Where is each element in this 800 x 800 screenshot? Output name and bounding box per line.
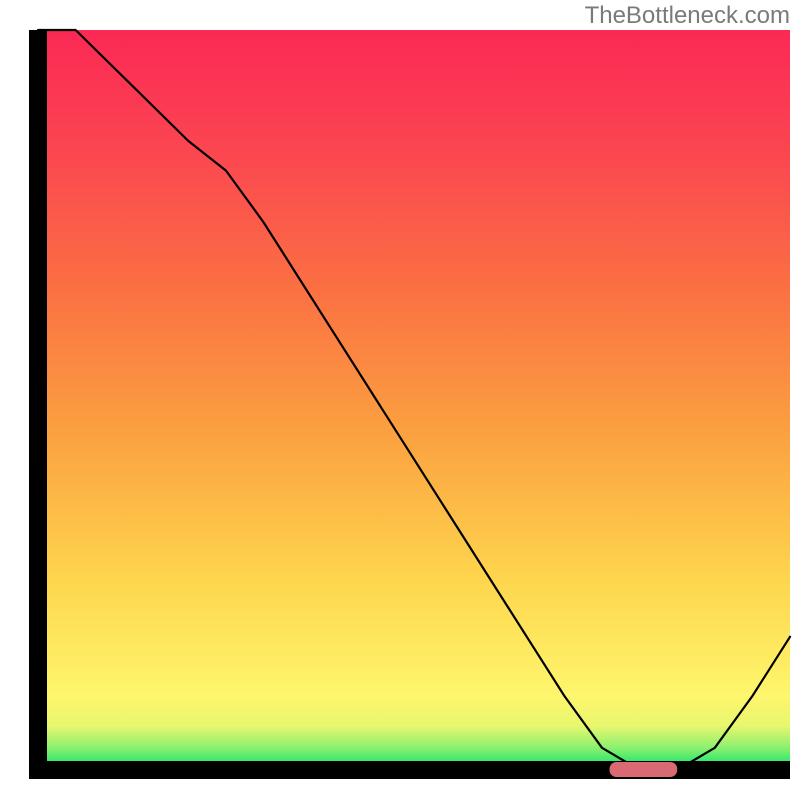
- optimal-range-marker: [610, 762, 678, 777]
- chart-container: TheBottleneck.com: [0, 0, 800, 800]
- bottleneck-chart: [0, 0, 800, 800]
- gradient-background: [38, 30, 790, 770]
